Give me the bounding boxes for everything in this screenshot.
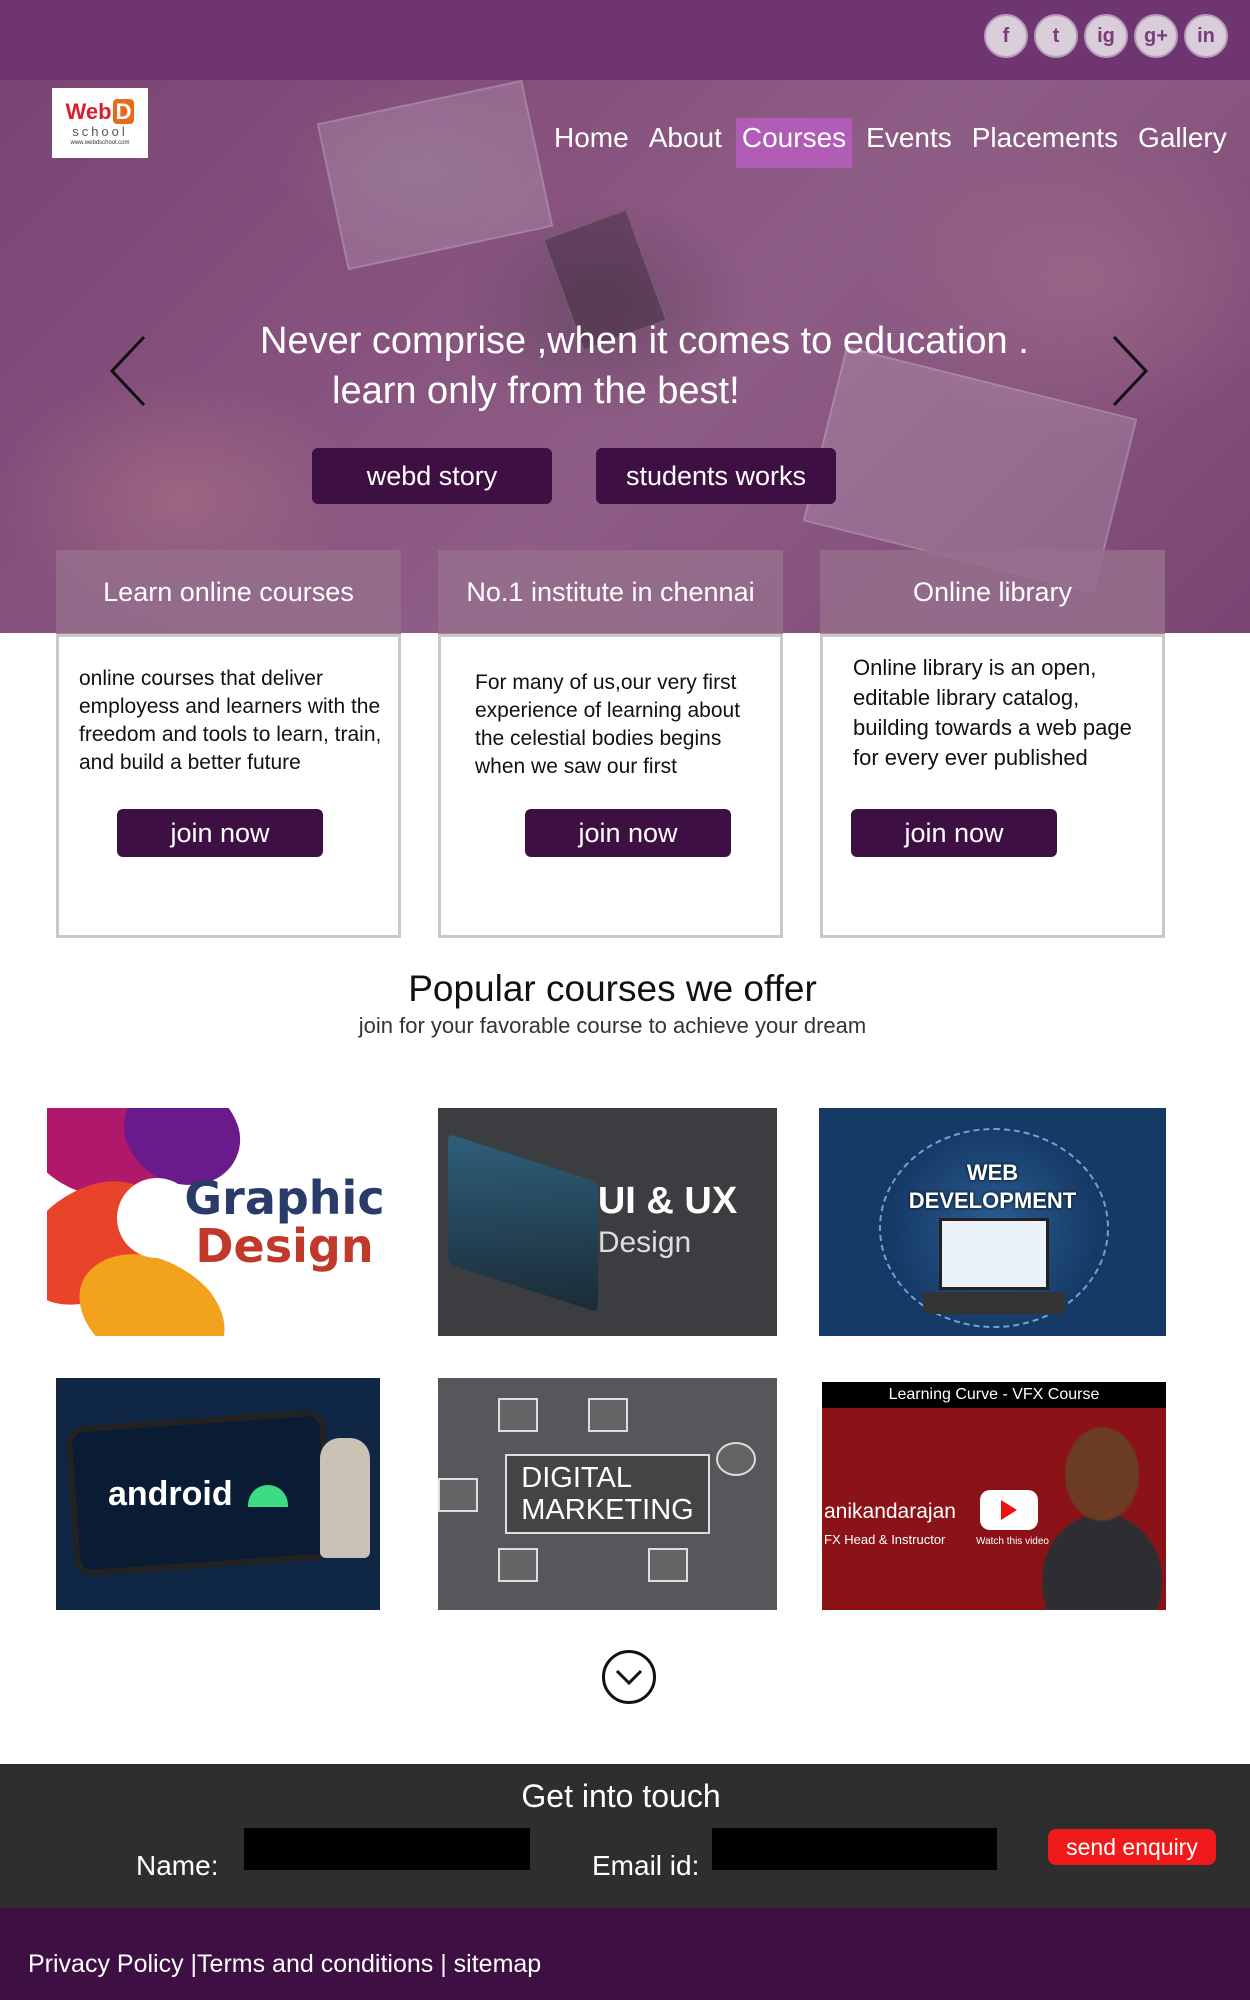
course-android[interactable]: android — [56, 1378, 380, 1610]
join-now-button[interactable]: join now — [525, 809, 731, 857]
footer-separator: | — [183, 1950, 198, 1978]
web-development-line1: WEB — [966, 1160, 1019, 1185]
contact-section: Get into touch Name: Email id: send enqu… — [0, 1764, 1250, 1908]
card-text: online courses that deliver employess an… — [79, 667, 382, 774]
logo-url: www.webdschool.com — [70, 139, 130, 146]
logo-subtext: school — [72, 123, 128, 139]
footer: Privacy Policy | Terms and conditions | … — [0, 1908, 1250, 2000]
card-title: Learn online courses — [56, 550, 401, 634]
instructor-name: anikandarajan — [824, 1500, 956, 1523]
privacy-policy-link[interactable]: Privacy Policy — [28, 1950, 184, 1979]
facebook-icon[interactable]: f — [984, 14, 1028, 58]
course-graphic-design[interactable]: Graphic Design — [47, 1108, 402, 1336]
graphic-design-line1: Graphic — [184, 1171, 385, 1225]
send-enquiry-button[interactable]: send enquiry — [1048, 1829, 1216, 1865]
course-vfx[interactable]: Learning Curve - VFX Course anikandaraja… — [822, 1382, 1166, 1610]
card-text: Online library is an open, editable libr… — [853, 655, 1132, 770]
name-label: Name: — [136, 1850, 219, 1881]
nav-item-gallery[interactable]: Gallery — [1132, 118, 1233, 168]
feature-card-online-courses: Learn online courses online courses that… — [56, 550, 401, 938]
card-title: No.1 institute in chennai — [438, 550, 783, 634]
nav-item-about[interactable]: About — [643, 118, 728, 168]
android-head-icon — [248, 1484, 289, 1507]
watch-video-label: Watch this video — [976, 1536, 1049, 1547]
android-label: android — [107, 1474, 233, 1513]
join-now-button[interactable]: join now — [117, 809, 323, 857]
name-input[interactable] — [244, 1828, 530, 1870]
hero-photo-detail — [316, 80, 554, 271]
vfx-header: Learning Curve - VFX Course — [822, 1382, 1166, 1408]
digital-marketing-line2: MARKETING — [521, 1494, 694, 1526]
hero-tagline: Never comprise ,when it comes to educati… — [260, 316, 1100, 416]
terms-link[interactable]: Terms and conditions — [197, 1950, 433, 1979]
nav-item-courses[interactable]: Courses — [735, 118, 853, 168]
card-title: Online library — [820, 550, 1165, 634]
footer-separator: | — [433, 1950, 454, 1978]
instructor-photo — [1042, 1422, 1162, 1610]
main-nav: Home About Courses Events Placements Gal… — [548, 118, 1241, 168]
document-icon — [588, 1398, 628, 1432]
graphic-design-line2: Design — [195, 1219, 374, 1273]
logo-main-text: Web — [65, 98, 112, 124]
logo-badge: D — [112, 98, 135, 124]
email-input[interactable] — [712, 1828, 997, 1870]
feature-card-institute: No.1 institute in chennai For many of us… — [438, 550, 783, 938]
social-links: f t ig g+ in — [984, 14, 1228, 58]
hero-tagline-line1: Never comprise ,when it comes to educati… — [260, 320, 1029, 362]
instagram-icon[interactable]: ig — [1084, 14, 1128, 58]
course-digital-marketing[interactable]: DIGITAL MARKETING — [438, 1378, 777, 1610]
webd-story-button[interactable]: webd story — [312, 448, 552, 504]
ui-ux-title: UI & UX Design — [598, 1180, 737, 1264]
contact-title: Get into touch — [521, 1778, 721, 1814]
android-title: android — [107, 1474, 289, 1514]
ui-ux-subtitle: Design — [597, 1226, 692, 1259]
magnifier-icon — [716, 1442, 756, 1476]
graphic-design-title: Graphic Design — [184, 1174, 384, 1270]
top-bar: f t ig g+ in — [0, 0, 1250, 80]
device-illustration — [448, 1133, 598, 1313]
card-body: For many of us,our very first experience… — [438, 634, 783, 938]
course-ui-ux[interactable]: UI & UX Design — [438, 1108, 777, 1336]
android-robot-icon — [320, 1438, 370, 1558]
web-development-title: WEB DEVELOPMENT — [909, 1159, 1076, 1215]
footer-links: Privacy Policy | Terms and conditions | … — [28, 1950, 541, 1979]
linkedin-icon[interactable]: in — [1184, 14, 1228, 58]
feature-card-library: Online library Online library is an open… — [820, 550, 1165, 938]
nav-item-placements[interactable]: Placements — [966, 118, 1124, 168]
email-label: Email id: — [592, 1850, 700, 1881]
hero-tagline-line2: learn only from the best! — [332, 370, 740, 412]
web-development-line2: DEVELOPMENT — [908, 1188, 1077, 1213]
students-works-button[interactable]: students works — [596, 448, 836, 504]
sitemap-link[interactable]: sitemap — [454, 1950, 542, 1979]
ad-icon — [498, 1548, 538, 1582]
popular-courses-title: Popular courses we offer — [408, 968, 817, 1009]
ui-ux-title-main: UI & UX — [597, 1180, 738, 1222]
twitter-icon[interactable]: t — [1034, 14, 1078, 58]
carousel-prev-arrow-icon[interactable] — [108, 335, 148, 407]
join-now-button[interactable]: join now — [851, 809, 1057, 857]
instructor-role: FX Head & Instructor — [824, 1532, 946, 1547]
image-icon — [438, 1478, 478, 1512]
digital-marketing-title: DIGITAL MARKETING — [505, 1454, 710, 1534]
card-body: online courses that deliver employess an… — [56, 634, 401, 938]
logo[interactable]: Web D school www.webdschool.com — [52, 88, 148, 158]
chevron-down-icon[interactable] — [602, 1650, 656, 1704]
course-web-development[interactable]: WEB DEVELOPMENT — [819, 1108, 1166, 1336]
carousel-next-arrow-icon[interactable] — [1110, 335, 1150, 407]
laptop-icon — [939, 1218, 1049, 1290]
google-plus-icon[interactable]: g+ — [1134, 14, 1178, 58]
nav-item-events[interactable]: Events — [860, 118, 958, 168]
digital-marketing-line1: DIGITAL — [521, 1462, 632, 1494]
card-body: Online library is an open, editable libr… — [820, 634, 1165, 938]
play-icon[interactable] — [980, 1490, 1038, 1530]
popular-courses-subtitle: join for your favorable course to achiev… — [358, 1013, 867, 1038]
card-text: For many of us,our very first experience… — [475, 671, 741, 778]
logo-wordmark: Web D — [65, 98, 135, 124]
bar-chart-icon — [648, 1548, 688, 1582]
nav-item-home[interactable]: Home — [548, 118, 635, 168]
keyboard-icon — [923, 1292, 1065, 1314]
video-icon — [498, 1398, 538, 1432]
